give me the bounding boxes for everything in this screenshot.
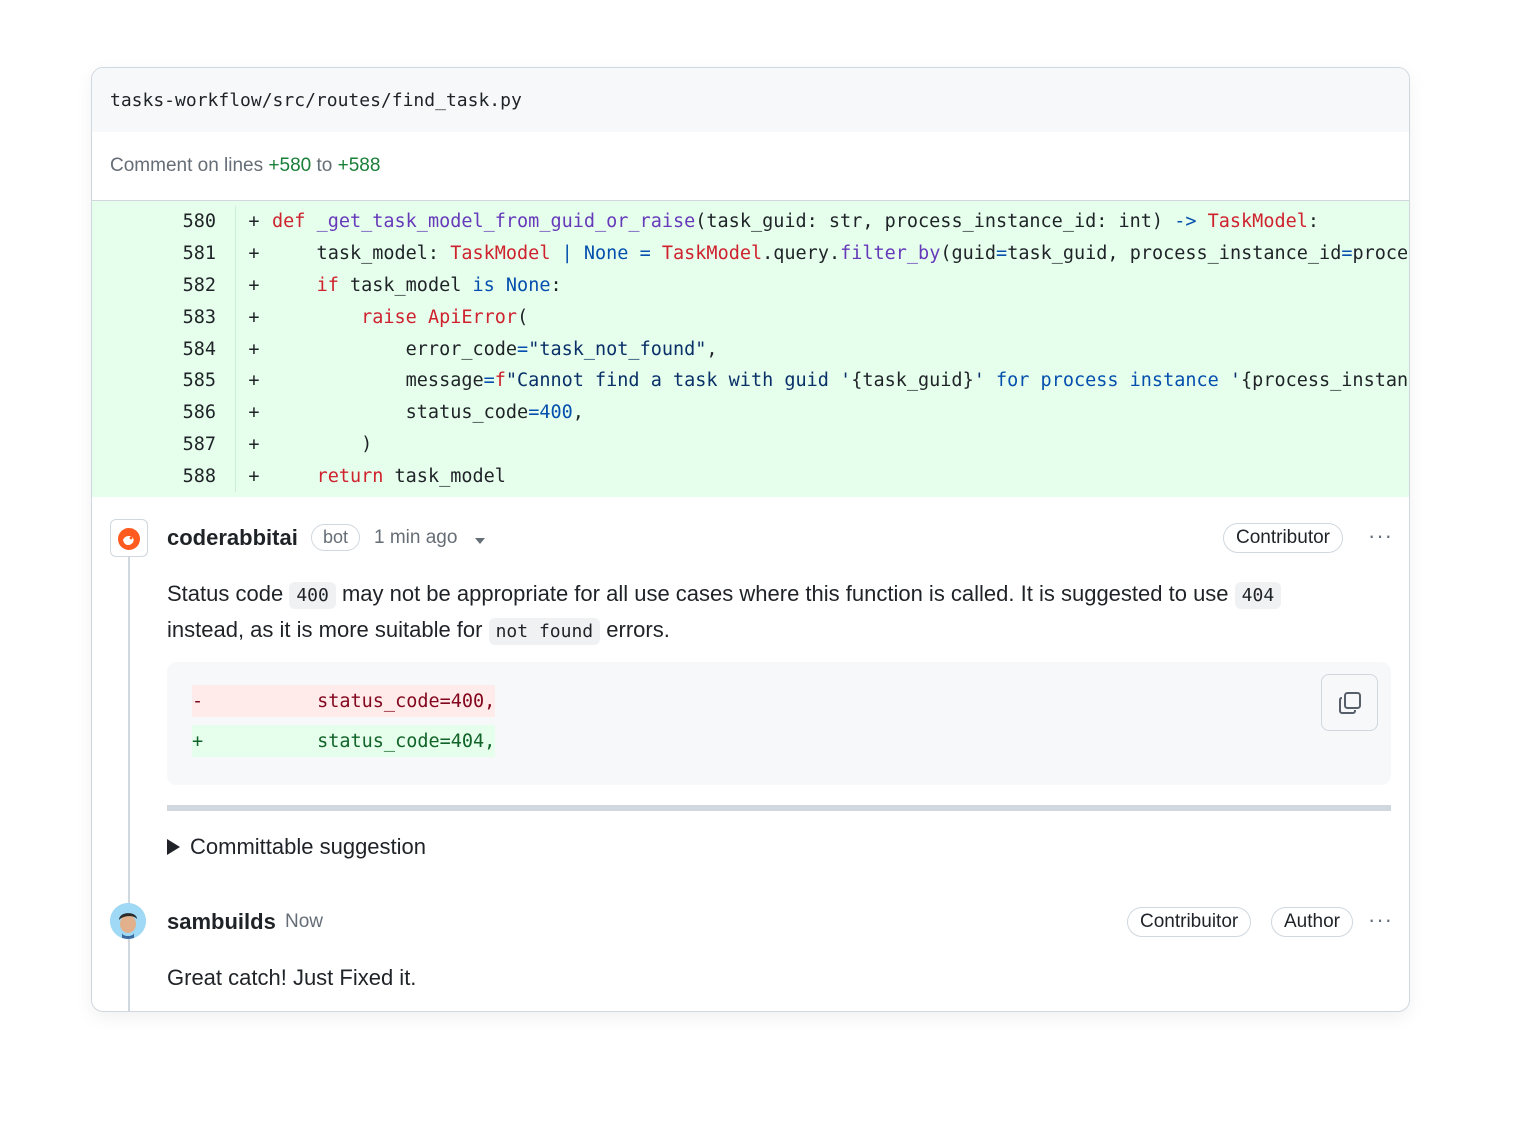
comment-lines-joiner: to [316,155,333,176]
comment-body: Great catch! Just Fixed it. [167,965,417,990]
more-options-button[interactable]: ··· [1368,907,1393,933]
suggestion-block: - status_code=400, + status_code=404, [167,662,1391,785]
code-line: status_code=400, [228,690,496,712]
suggestion-removed-line: - status_code=400, [192,685,496,717]
thread-connector [128,534,130,1011]
code-line: return task_model [316,465,506,487]
comment-timestamp[interactable]: Now [285,911,323,933]
diff-sign: + [248,211,260,233]
diff-line: 584 + error_code="task_not_found", [92,333,1409,365]
committable-suggestion-toggle[interactable]: Committable suggestion [167,834,426,860]
bot-badge: bot [311,524,361,551]
coderabbit-avatar[interactable] [110,519,148,557]
comment-text: Status code [167,581,290,606]
review-card: tasks-workflow/src/routes/find_task.py C… [91,67,1410,1012]
diff-sign: + [248,338,260,360]
file-path-header[interactable]: tasks-workflow/src/routes/find_task.py [92,68,1409,132]
more-options-button[interactable]: ··· [1368,523,1393,549]
line-number[interactable]: 580 [92,211,235,232]
contributor-badge: Contributor [1223,523,1343,553]
line-start: +580 [268,155,312,176]
code-line: status_code=400, [272,402,584,424]
diff-line: 583 + raise ApiError( [92,301,1409,334]
sambuilds-avatar[interactable] [110,903,146,939]
line-number[interactable]: 583 [92,307,235,328]
chevron-down-icon[interactable] [475,538,485,544]
comment-author[interactable]: coderabbitai [167,525,298,551]
diff-sign: + [248,306,260,328]
suggestion-added-line: + status_code=404, [192,725,496,757]
copy-button[interactable] [1321,674,1378,731]
diff-line: 585 + message=f"Cannot find a task with g… [92,364,1409,397]
diff-line: 588 + return task_model [92,460,1409,493]
diff-line: 582 + if task_model is None: [92,269,1409,302]
code-line: task_model: TaskModel | None = TaskModel… [272,243,1409,265]
code-line: if task_model is None: [316,274,562,296]
diff-sign: + [192,730,204,752]
copy-icon [1338,691,1361,714]
diff-sign: - [192,690,204,712]
user-avatar-icon [110,903,146,939]
divider [167,805,1391,811]
line-number[interactable]: 585 [92,370,235,391]
inline-code: not found [488,618,601,645]
comment-author[interactable]: sambuilds [167,909,276,935]
author-badge: Author [1271,907,1353,937]
code-line: def _get_task_model_from_guid_or_raise(t… [272,211,1320,233]
contributor-badge: Contribuitor [1127,907,1252,937]
comment-lines-label: Comment on lines +580 to +588 [92,132,1409,201]
line-number[interactable]: 587 [92,434,235,455]
diff-sign: + [248,402,260,424]
comment-text: instead, as it is more suitable for [167,617,489,642]
comment-text: errors. [600,617,670,642]
comment-text: may not be appropriate for all use cases… [335,581,1235,606]
diff-hunk: 580 + def _get_task_model_from_guid_or_rai… [92,201,1409,498]
rabbit-logo-icon [118,528,140,550]
line-number[interactable]: 588 [92,466,235,487]
diff-line: 587 + ) [92,428,1409,461]
line-number[interactable]: 586 [92,402,235,423]
line-number[interactable]: 584 [92,339,235,360]
code-line: error_code="task_not_found", [272,338,718,360]
inline-code: 404 [1234,582,1282,609]
comment-lines-prefix: Comment on lines [110,155,264,176]
diff-sign: + [248,370,260,392]
line-number[interactable]: 582 [92,275,235,296]
details-label: Committable suggestion [190,834,427,859]
diff-sign: + [248,274,260,296]
diff-line: 586 + status_code=400, [92,396,1409,429]
code-line: message=f"Cannot find a task with guid '… [272,370,1409,392]
diff-sign: + [248,465,260,487]
disclosure-triangle-icon [167,839,180,855]
diff-sign: + [248,243,260,265]
code-line: status_code=404, [228,730,496,752]
code-line: raise ApiError( [361,306,529,328]
line-number[interactable]: 581 [92,243,235,264]
comment-timestamp[interactable]: 1 min ago [374,527,457,549]
file-path[interactable]: tasks-workflow/src/routes/find_task.py [110,90,522,111]
comment-body: Status code 400 may not be appropriate f… [167,577,1392,649]
diff-line: 580 + def _get_task_model_from_guid_or_rai… [92,206,1409,238]
diff-line: 581 + task_model: TaskModel | None = Task… [92,237,1409,270]
code-line: ) [272,433,373,455]
inline-code: 400 [289,582,336,609]
line-end: +588 [337,155,381,176]
diff-sign: + [248,433,260,455]
